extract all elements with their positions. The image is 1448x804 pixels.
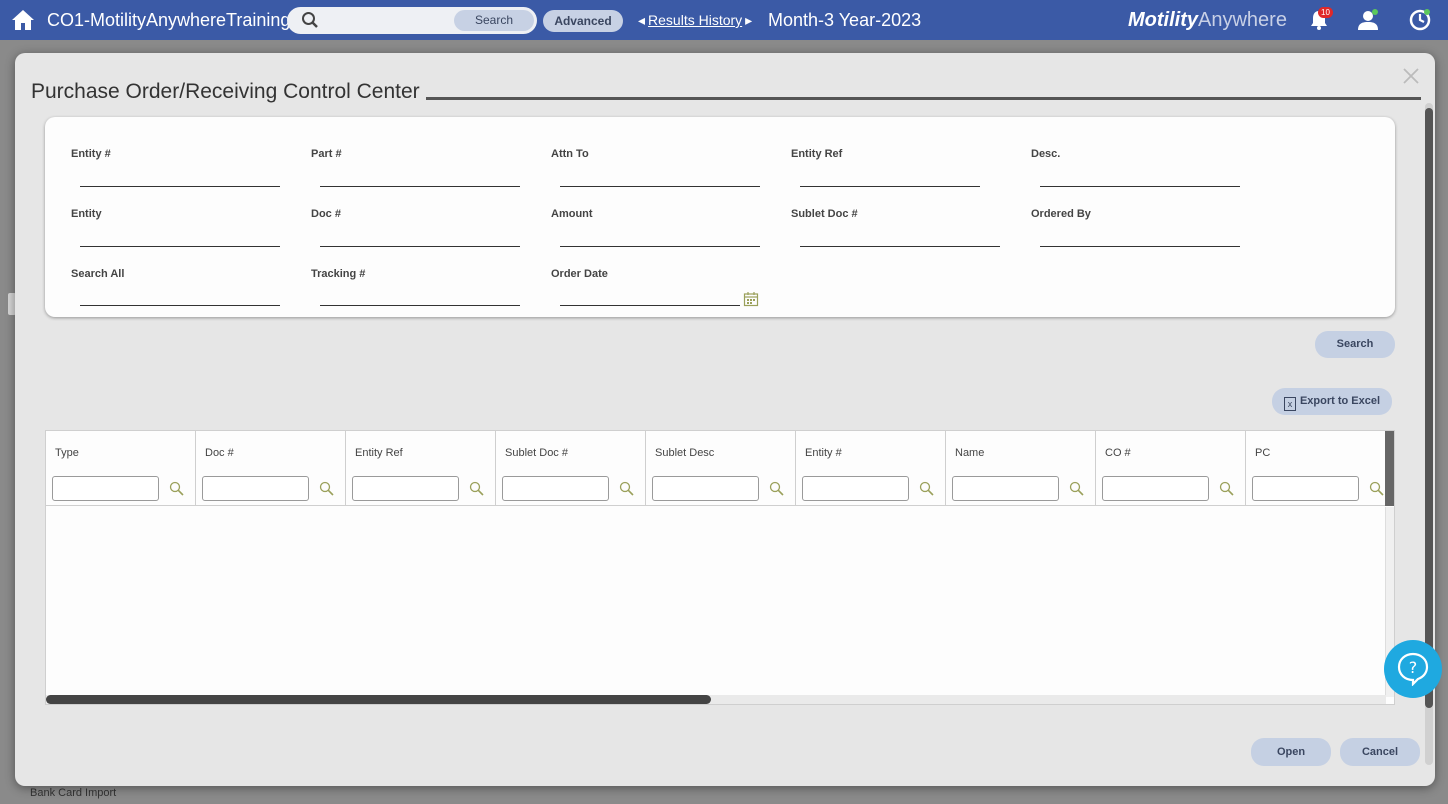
entity-number-field[interactable] — [80, 186, 280, 187]
entity-label: Entity — [71, 208, 102, 220]
search-icon[interactable] — [619, 481, 634, 496]
attn-to-label: Attn To — [551, 148, 589, 160]
brand-logo: MotilityAnywhere — [1128, 9, 1287, 31]
title-divider — [426, 97, 1421, 100]
ordered-by-label: Ordered By — [1031, 208, 1091, 220]
entity-field[interactable] — [80, 246, 280, 247]
column-header[interactable]: Entity Ref — [355, 447, 403, 459]
column-entity-ref: Entity Ref — [346, 431, 496, 506]
svg-text:?: ? — [1409, 658, 1418, 677]
search-icon[interactable] — [319, 481, 334, 496]
column-header[interactable]: Sublet Desc — [655, 447, 714, 459]
results-history-link[interactable]: Results History — [648, 12, 742, 28]
export-to-excel-button[interactable]: x Export to Excel — [1272, 388, 1392, 415]
column-header[interactable]: PC — [1255, 447, 1270, 459]
home-icon[interactable] — [11, 8, 35, 32]
search-button[interactable]: Search — [1315, 331, 1395, 358]
column-header[interactable]: Type — [55, 447, 79, 459]
order-date-label: Order Date — [551, 268, 608, 280]
column-filter-input[interactable] — [952, 476, 1059, 501]
search-all-label: Search All — [71, 268, 125, 280]
search-icon[interactable] — [1069, 481, 1084, 496]
doc-number-label: Doc # — [311, 208, 341, 220]
global-search-button[interactable]: Search — [454, 10, 534, 31]
column-entity-number: Entity # — [796, 431, 946, 506]
grid-horizontal-scrollbar-thumb[interactable] — [46, 695, 711, 704]
notification-badge: 10 — [1318, 7, 1333, 18]
column-filter-input[interactable] — [1252, 476, 1359, 501]
column-header[interactable]: Entity # — [805, 447, 842, 459]
top-bar: CO1-MotilityAnywhereTraining Search Adva… — [0, 0, 1448, 40]
amount-field[interactable] — [560, 246, 760, 247]
modal-scrollbar-thumb[interactable] — [1425, 108, 1433, 708]
calendar-icon[interactable] — [743, 291, 759, 307]
cancel-button[interactable]: Cancel — [1340, 738, 1420, 766]
search-icon[interactable] — [769, 481, 784, 496]
entity-number-label: Entity # — [71, 148, 111, 160]
column-pc: PC — [1246, 431, 1394, 506]
clock-icon[interactable] — [1408, 8, 1432, 32]
grid-header: Type Doc # Entity Ref Sublet Doc # Suble — [46, 431, 1386, 506]
help-icon: ? — [1397, 652, 1429, 686]
search-all-field[interactable] — [80, 305, 280, 306]
column-filter-input[interactable] — [652, 476, 759, 501]
user-icon[interactable] — [1356, 8, 1380, 32]
tracking-number-label: Tracking # — [311, 268, 366, 280]
period-label[interactable]: Month-3 Year-2023 — [768, 10, 921, 31]
part-number-label: Part # — [311, 148, 342, 160]
app-title[interactable]: CO1-MotilityAnywhereTraining — [47, 10, 290, 31]
column-filter-input[interactable] — [352, 476, 459, 501]
ordered-by-field[interactable] — [1040, 246, 1240, 247]
column-doc-number: Doc # — [196, 431, 346, 506]
doc-number-field[interactable] — [320, 246, 520, 247]
column-name: Name — [946, 431, 1096, 506]
desc-field[interactable] — [1040, 186, 1240, 187]
open-button[interactable]: Open — [1251, 738, 1331, 766]
column-header[interactable]: Sublet Doc # — [505, 447, 568, 459]
part-number-field[interactable] — [320, 186, 520, 187]
next-arrow-icon[interactable]: ▸ — [745, 12, 752, 28]
excel-icon: x — [1283, 397, 1296, 411]
column-sublet-doc-number: Sublet Doc # — [496, 431, 646, 506]
sublet-doc-field[interactable] — [800, 246, 1000, 247]
column-filter-input[interactable] — [52, 476, 159, 501]
desc-label: Desc. — [1031, 148, 1061, 160]
amount-label: Amount — [551, 208, 593, 220]
entity-ref-label: Entity Ref — [791, 148, 843, 160]
search-icon[interactable] — [919, 481, 934, 496]
results-history-nav: ◂ Results History ▸ — [638, 12, 752, 29]
advanced-search-button[interactable]: Advanced — [543, 10, 623, 32]
column-filter-input[interactable] — [802, 476, 909, 501]
order-date-field[interactable] — [560, 305, 740, 306]
close-icon[interactable] — [1402, 67, 1420, 85]
sublet-doc-label: Sublet Doc # — [791, 208, 858, 220]
help-button[interactable]: ? — [1384, 640, 1442, 698]
column-header[interactable]: Doc # — [205, 447, 234, 459]
grid-header-scrollbar[interactable] — [1385, 431, 1394, 506]
global-search-input[interactable]: Search — [287, 7, 537, 34]
column-filter-input[interactable] — [1102, 476, 1209, 501]
results-grid: Type Doc # Entity Ref Sublet Doc # Suble — [45, 430, 1395, 705]
search-icon[interactable] — [469, 481, 484, 496]
column-sublet-desc: Sublet Desc — [646, 431, 796, 506]
filter-panel: Entity # Part # Attn To Entity Ref Desc.… — [45, 117, 1395, 317]
previous-arrow-icon[interactable]: ◂ — [638, 12, 645, 28]
modal-title: Purchase Order/Receiving Control Center — [31, 80, 420, 103]
column-header[interactable]: Name — [955, 447, 984, 459]
attn-to-field[interactable] — [560, 186, 760, 187]
entity-ref-field[interactable] — [800, 186, 980, 187]
column-header[interactable]: CO # — [1105, 447, 1131, 459]
column-co-number: CO # — [1096, 431, 1246, 506]
column-type: Type — [46, 431, 196, 506]
search-icon[interactable] — [169, 481, 184, 496]
purchase-order-modal: Purchase Order/Receiving Control Center … — [15, 53, 1435, 786]
search-icon — [302, 12, 318, 28]
background-menu-item: Bank Card Import — [30, 787, 117, 799]
column-filter-input[interactable] — [202, 476, 309, 501]
search-icon[interactable] — [1219, 481, 1234, 496]
column-filter-input[interactable] — [502, 476, 609, 501]
tracking-number-field[interactable] — [320, 305, 520, 306]
search-icon[interactable] — [1369, 481, 1384, 496]
